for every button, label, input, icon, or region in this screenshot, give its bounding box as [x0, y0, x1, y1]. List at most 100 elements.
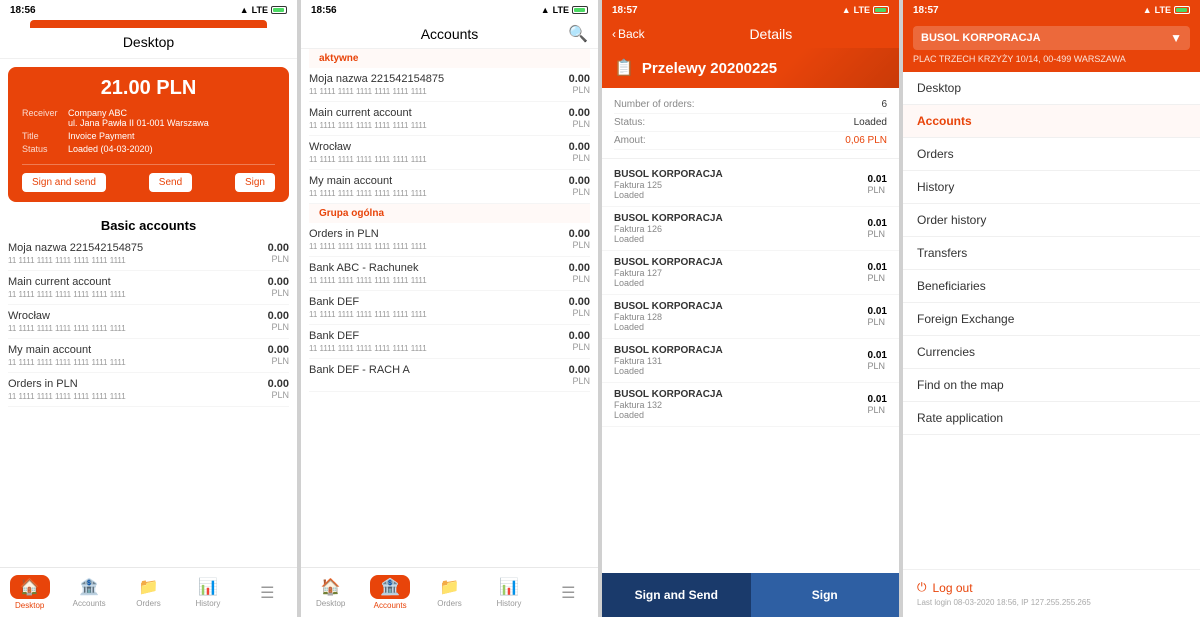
status-icons-1: ▲ LTE: [240, 5, 287, 15]
status-icons-2: ▲ LTE: [541, 5, 588, 15]
list-item[interactable]: BUSOL KORPORACJA Faktura 127 Loaded 0.01…: [602, 251, 899, 295]
card-amount: 21.00 PLN: [22, 77, 275, 100]
menu-item-foreign-exchange[interactable]: Foreign Exchange: [903, 303, 1200, 336]
nav-history-2[interactable]: 📊 History: [479, 568, 538, 617]
transfer-hero-title: Przelewy 20200225: [642, 60, 777, 77]
detail-row-status: Status: Loaded: [614, 114, 887, 132]
accounts-icon: 🏦: [79, 577, 99, 597]
sign-send-button[interactable]: Sign and send: [22, 173, 106, 192]
orders-label: Number of orders:: [614, 99, 695, 110]
list-item[interactable]: BUSOL KORPORACJA Faktura 131 Loaded 0.01…: [602, 339, 899, 383]
menu-item-find-on-map[interactable]: Find on the map: [903, 369, 1200, 402]
bottom-nav-1: 🏠 Desktop 🏦 Accounts 📁 Orders 📊 History …: [0, 567, 297, 617]
menu-item-history[interactable]: History: [903, 171, 1200, 204]
title-row: Title Invoice Payment: [22, 131, 275, 141]
signal-icon-4: ▲: [1143, 5, 1152, 15]
nav-orders-label-2: Orders: [437, 599, 461, 608]
menu-item-orders[interactable]: Orders: [903, 138, 1200, 171]
menu-item-label: Transfers: [917, 246, 967, 260]
details-info: Number of orders: 6 Status: Loaded Amout…: [602, 88, 899, 159]
menu-item-accounts[interactable]: Accounts: [903, 105, 1200, 138]
menu-icon: ☰: [260, 583, 274, 603]
menu-item-label: Beneficiaries: [917, 279, 986, 293]
list-item[interactable]: BUSOL KORPORACJA Faktura 125 Loaded 0.01…: [602, 163, 899, 207]
account-selector[interactable]: BUSOL KORPORACJA ▼: [913, 26, 1190, 50]
power-icon: ⏻: [917, 580, 927, 595]
home-icon: 🏠: [20, 579, 40, 596]
nav-desktop-2[interactable]: 🏠 Desktop: [301, 568, 360, 617]
menu-item-label: Order history: [917, 213, 986, 227]
status-bar-1: 18:56 ▲ LTE: [0, 0, 297, 20]
list-item[interactable]: My main account11 1111 1111 1111 1111 11…: [309, 170, 590, 204]
nav-orders[interactable]: 📁 Orders: [119, 568, 178, 617]
history-icon-2: 📊: [499, 577, 519, 597]
screen-accounts: 18:56 ▲ LTE Accounts 🔍 aktywne Moja nazw…: [301, 0, 598, 617]
list-item[interactable]: Bank DEF11 1111 1111 1111 1111 1111 1111…: [309, 291, 590, 325]
sign-send-button-3[interactable]: Sign and Send: [602, 573, 751, 617]
list-item[interactable]: Main current account11 1111 1111 1111 11…: [8, 271, 289, 305]
nav-accounts-label-2: Accounts: [374, 601, 407, 610]
status-icons-3: ▲ LTE: [842, 5, 889, 15]
menu-item-label: Orders: [917, 147, 954, 161]
status-value-d: Loaded: [854, 117, 887, 128]
group-ogolna: Grupa ogólna: [309, 204, 590, 223]
menu-icon-2: ☰: [561, 583, 575, 603]
list-item[interactable]: Bank DEF11 1111 1111 1111 1111 1111 1111…: [309, 325, 590, 359]
menu-item-transfers[interactable]: Transfers: [903, 237, 1200, 270]
battery-icon-3: [873, 6, 889, 14]
nav-history-label-2: History: [496, 599, 521, 608]
nav-accounts-label: Accounts: [73, 599, 106, 608]
orders-icon: 📁: [139, 577, 159, 597]
amount-value-d: 0,06 PLN: [845, 135, 887, 146]
list-item[interactable]: Moja nazwa 22154215487511 1111 1111 1111…: [309, 68, 590, 102]
history-icon: 📊: [198, 577, 218, 597]
nav-desktop[interactable]: 🏠 Desktop: [0, 568, 59, 617]
menu-item-label: Currencies: [917, 345, 975, 359]
nav-history-label: History: [195, 599, 220, 608]
logout-section: ⏻ Log out Last login 08-03-2020 18:56, I…: [903, 569, 1200, 617]
nav-accounts-2[interactable]: 🏦 Accounts: [360, 568, 419, 617]
lte-label-4: LTE: [1155, 5, 1171, 15]
status-row: Status Loaded (04-03-2020): [22, 144, 275, 154]
screen-menu: 18:57 ▲ LTE BUSOL KORPORACJA ▼ PLAC TRZE…: [903, 0, 1200, 617]
list-item[interactable]: BUSOL KORPORACJA Faktura 126 Loaded 0.01…: [602, 207, 899, 251]
transfer-list: BUSOL KORPORACJA Faktura 125 Loaded 0.01…: [602, 159, 899, 573]
sign-button[interactable]: Sign: [235, 173, 275, 192]
logout-button[interactable]: ⏻ Log out: [917, 580, 1186, 595]
status-icons-4: ▲ LTE: [1143, 5, 1190, 15]
nav-menu-2[interactable]: ☰: [539, 568, 598, 617]
last-login-text: Last login 08-03-2020 18:56, IP 127.255.…: [917, 598, 1186, 607]
menu-item-beneficiaries[interactable]: Beneficiaries: [903, 270, 1200, 303]
details-header: ‹ Back Details: [602, 20, 899, 48]
bottom-nav-2: 🏠 Desktop 🏦 Accounts 📁 Orders 📊 History …: [301, 567, 598, 617]
menu-item-currencies[interactable]: Currencies: [903, 336, 1200, 369]
list-item[interactable]: Main current account11 1111 1111 1111 11…: [309, 102, 590, 136]
send-button[interactable]: Send: [149, 173, 192, 192]
list-item[interactable]: BUSOL KORPORACJA Faktura 128 Loaded 0.01…: [602, 295, 899, 339]
menu-item-desktop[interactable]: Desktop: [903, 72, 1200, 105]
orders-value: 6: [881, 99, 887, 110]
menu-item-order-history[interactable]: Order history: [903, 204, 1200, 237]
nav-menu[interactable]: ☰: [238, 568, 297, 617]
list-item[interactable]: Wrocław11 1111 1111 1111 1111 1111 1111 …: [8, 305, 289, 339]
menu-item-rate-application[interactable]: Rate application: [903, 402, 1200, 435]
list-item[interactable]: BUSOL KORPORACJA Faktura 132 Loaded 0.01…: [602, 383, 899, 427]
dropdown-arrow-icon: ▼: [1170, 31, 1182, 45]
list-item[interactable]: Orders in PLN11 1111 1111 1111 1111 1111…: [309, 223, 590, 257]
screen-details: 18:57 ▲ LTE ‹ Back Details 📋 Przelewy 20…: [602, 0, 899, 617]
list-item[interactable]: Wrocław11 1111 1111 1111 1111 1111 1111 …: [309, 136, 590, 170]
desktop-title: Desktop: [123, 34, 174, 50]
account-address: PLAC TRZECH KRZYŻY 10/14, 00-499 WARSZAW…: [913, 54, 1190, 64]
list-item[interactable]: Bank DEF - RACH A 0.00PLN: [309, 359, 590, 392]
sign-button-3[interactable]: Sign: [751, 573, 900, 617]
back-button[interactable]: ‹ Back: [612, 27, 645, 41]
list-item[interactable]: Orders in PLN11 1111 1111 1111 1111 1111…: [8, 373, 289, 407]
nav-accounts[interactable]: 🏦 Accounts: [59, 568, 118, 617]
search-icon[interactable]: 🔍: [568, 24, 588, 44]
menu-item-label: Accounts: [917, 114, 972, 128]
nav-orders-2[interactable]: 📁 Orders: [420, 568, 479, 617]
list-item[interactable]: Bank ABC - Rachunek11 1111 1111 1111 111…: [309, 257, 590, 291]
list-item[interactable]: Moja nazwa 22154215487511 1111 1111 1111…: [8, 237, 289, 271]
list-item[interactable]: My main account11 1111 1111 1111 1111 11…: [8, 339, 289, 373]
nav-history[interactable]: 📊 History: [178, 568, 237, 617]
